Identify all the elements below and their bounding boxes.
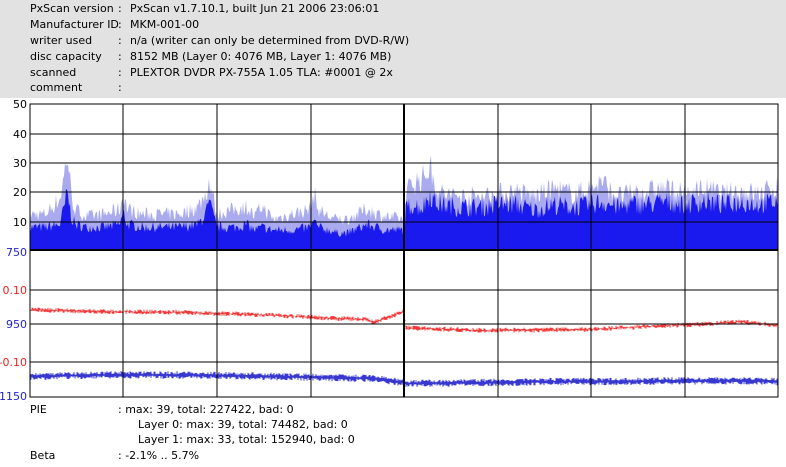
beta-jitter-y-tick-label: 950 xyxy=(6,318,27,331)
beta-jitter-y-tick-label: 1150 xyxy=(0,390,27,403)
pie-y-tick-label: 50 xyxy=(13,98,27,111)
pie-y-tick-label: 30 xyxy=(13,157,27,170)
scan-chart: 50 40 30 20 10 750 0.10 950 -0.10 1150 xyxy=(0,98,779,403)
pie-y-tick-label: 10 xyxy=(13,216,27,229)
pie-y-tick-label: 20 xyxy=(13,186,27,199)
beta-jitter-y-tick-label: 750 xyxy=(6,246,27,259)
beta-jitter-y-tick-label: -0.10 xyxy=(0,356,27,369)
beta-jitter-y-tick-label: 0.10 xyxy=(3,284,28,297)
pie-y-tick-label: 40 xyxy=(13,128,27,141)
